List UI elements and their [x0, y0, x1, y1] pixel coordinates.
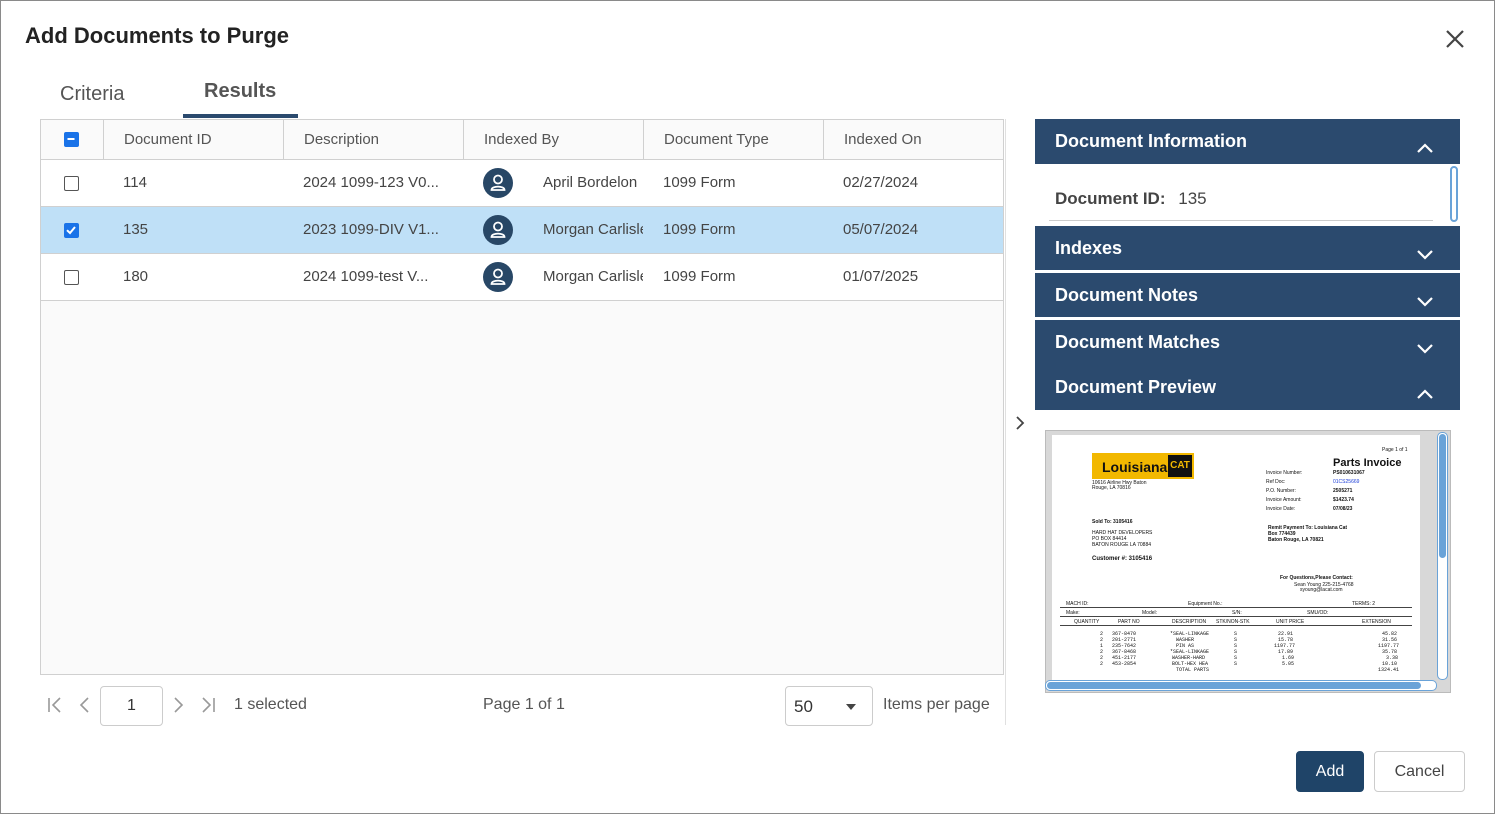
items-per-page-value: 50 — [794, 697, 813, 716]
cell-indexed-by: Morgan Carlisle — [463, 207, 643, 253]
chevron-up-icon — [1414, 376, 1436, 399]
document-notes-header[interactable]: Document Notes — [1035, 273, 1460, 317]
row-checkbox[interactable] — [64, 176, 79, 191]
indexed-by-name: Morgan Carlisle — [543, 268, 643, 285]
cell-description: 2023 1099-DIV V1... — [303, 221, 439, 238]
chevron-up-icon — [1414, 131, 1436, 153]
cell-indexed-on: 02/27/2024 — [843, 174, 919, 191]
document-matches-header[interactable]: Document Matches — [1035, 320, 1460, 364]
column-header-document-id[interactable]: Document ID — [103, 120, 283, 160]
invoice-page: Page 1 of 1 Louisiana CAT Parts Invoice … — [1052, 435, 1420, 685]
previous-page-icon[interactable] — [75, 695, 95, 715]
table-row[interactable]: 180 2024 1099-test V... Morgan Carlisle … — [41, 254, 1003, 301]
panel-divider — [1005, 119, 1006, 725]
dropdown-arrow-icon — [846, 704, 856, 710]
document-preview-viewer[interactable]: Page 1 of 1 Louisiana CAT Parts Invoice … — [1045, 430, 1451, 693]
page-number-input[interactable]: 1 — [100, 686, 163, 726]
page-indicator: Page 1 of 1 — [483, 696, 565, 713]
chevron-down-icon — [1414, 237, 1436, 260]
preview-page-number: Page 1 of 1 — [1382, 447, 1408, 453]
chevron-down-icon — [1414, 284, 1436, 307]
cell-document-type: 1099 Form — [663, 174, 736, 191]
row-checkbox[interactable] — [64, 270, 79, 285]
cell-document-type: 1099 Form — [663, 221, 736, 238]
items-per-page-label: Items per page — [883, 696, 990, 713]
column-header-document-type[interactable]: Document Type — [643, 120, 823, 160]
results-grid: Document ID Description Indexed By Docum… — [40, 119, 1004, 675]
preview-vertical-scrollbar[interactable] — [1437, 432, 1448, 680]
add-documents-dialog: Add Documents to Purge Criteria Results … — [0, 0, 1495, 814]
cell-indexed-on: 01/07/2025 — [843, 268, 919, 285]
cell-description: 2024 1099-123 V0... — [303, 174, 439, 191]
preview-horizontal-scrollbar[interactable] — [1045, 680, 1437, 691]
column-header-description[interactable]: Description — [283, 120, 463, 160]
cell-document-id: 180 — [123, 268, 149, 285]
document-preview-header[interactable]: Document Preview — [1035, 364, 1460, 410]
document-preview-label: Document Preview — [1055, 377, 1217, 397]
indexed-by-name: Morgan Carlisle — [543, 221, 643, 238]
preview-doc-title: Parts Invoice — [1333, 457, 1402, 469]
cell-document-id: 135 — [123, 221, 149, 238]
cell-document-type: 1099 Form — [663, 268, 736, 285]
table-row[interactable]: 114 2024 1099-123 V0... April Bordelon 1… — [41, 160, 1003, 207]
select-all-checkbox[interactable] — [64, 132, 79, 147]
tab-results[interactable]: Results — [204, 80, 276, 103]
user-avatar-icon — [483, 215, 513, 245]
row-checkbox[interactable] — [64, 223, 79, 238]
cancel-button[interactable]: Cancel — [1374, 751, 1465, 792]
info-scrollbar[interactable] — [1448, 164, 1460, 224]
indexed-by-name: April Bordelon — [543, 174, 638, 191]
document-information-body: Document ID: 135 — [1035, 164, 1460, 224]
cell-description: 2024 1099-test V... — [303, 268, 429, 285]
document-id-label: Document ID: — [1055, 189, 1166, 208]
next-page-icon[interactable] — [168, 695, 188, 715]
document-id-field: Document ID: 135 — [1049, 189, 1433, 221]
close-icon[interactable] — [1441, 25, 1469, 53]
chevron-right-icon[interactable] — [1012, 413, 1028, 433]
document-matches-label: Document Matches — [1055, 332, 1221, 352]
table-row-selected[interactable]: 135 2023 1099-DIV V1... Morgan Carlisle … — [41, 207, 1003, 254]
first-page-icon[interactable] — [45, 695, 65, 715]
selected-count: 1 selected — [234, 696, 307, 713]
add-button[interactable]: Add — [1296, 751, 1364, 792]
document-information-label: Document Information — [1055, 131, 1247, 151]
items-per-page-select[interactable]: 50 — [785, 686, 873, 726]
document-id-value: 135 — [1178, 189, 1207, 208]
column-header-indexed-by[interactable]: Indexed By — [463, 120, 643, 160]
grid-header: Document ID Description Indexed By Docum… — [41, 120, 1003, 160]
dialog-title: Add Documents to Purge — [25, 23, 290, 48]
tab-criteria[interactable]: Criteria — [60, 83, 124, 106]
cell-indexed-by: Morgan Carlisle — [463, 254, 643, 300]
document-notes-label: Document Notes — [1055, 285, 1199, 305]
louisiana-cat-logo: Louisiana CAT — [1092, 453, 1194, 479]
last-page-icon[interactable] — [198, 695, 218, 715]
chevron-down-icon — [1414, 331, 1436, 354]
cell-indexed-on: 05/07/2024 — [843, 221, 919, 238]
column-header-indexed-on[interactable]: Indexed On — [823, 120, 1003, 160]
user-avatar-icon — [483, 262, 513, 292]
cell-indexed-by: April Bordelon — [463, 160, 643, 206]
cell-document-id: 114 — [123, 174, 147, 191]
document-information-header[interactable]: Document Information — [1035, 119, 1460, 164]
user-avatar-icon — [483, 168, 513, 198]
indexes-header[interactable]: Indexes — [1035, 226, 1460, 270]
indexes-label: Indexes — [1055, 238, 1123, 258]
active-tab-indicator — [183, 114, 298, 118]
